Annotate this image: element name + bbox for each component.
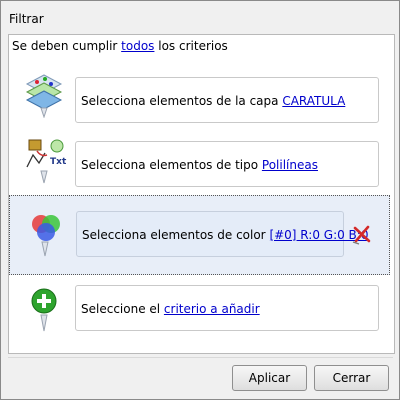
criterion-text: Seleccione el (81, 302, 164, 316)
match-mode-link[interactable]: todos (121, 39, 154, 53)
add-criterion-link[interactable]: criterio a añadir (164, 302, 260, 316)
criterion-text: Selecciona elementos de color (82, 228, 270, 242)
criterion-row-type[interactable]: Txt Selecciona elementos de tipo Polilín… (9, 131, 390, 195)
window-title: Filtrar (9, 12, 44, 26)
layers-icon (23, 70, 69, 119)
apply-button[interactable]: Aplicar (232, 365, 307, 391)
footer-separator (8, 357, 393, 358)
criterion-box-color: Selecciona elementos de color [#0] R:0 G… (76, 211, 368, 257)
filter-dialog: Filtrar Se deben cumplir todos los crite… (0, 0, 400, 400)
criterion-row-add[interactable]: Seleccione el criterio a añadir (9, 275, 390, 347)
criteria-panel: Se deben cumplir todos los criterios Sel… (8, 34, 395, 354)
header-prefix: Se deben cumplir (12, 39, 122, 53)
criteria-header: Se deben cumplir todos los criterios (12, 39, 228, 53)
criterion-box-type: Selecciona elementos de tipo Polilíneas (75, 141, 379, 187)
delete-criterion-icon[interactable] (350, 222, 374, 246)
title-bar: Filtrar (1, 1, 399, 34)
criterion-text: Selecciona elementos de tipo (81, 158, 262, 172)
type-value-link[interactable]: Polilíneas (262, 158, 318, 172)
color-rgb-icon (24, 210, 70, 258)
close-button[interactable]: Cerrar (314, 365, 389, 391)
layer-value-link[interactable]: CARATULA (282, 94, 345, 108)
shapes-type-icon: Txt (23, 137, 69, 185)
svg-text:Txt: Txt (50, 157, 67, 167)
criterion-row-layer[interactable]: Selecciona elementos de la capa CARATULA (9, 61, 390, 131)
criterion-box-layer: Selecciona elementos de la capa CARATULA (75, 77, 379, 123)
criterion-row-color[interactable]: Selecciona elementos de color [#0] R:0 G… (9, 195, 390, 275)
criterion-text: Selecciona elementos de la capa (81, 94, 283, 108)
add-criterion-icon (23, 287, 69, 335)
header-suffix: los criterios (154, 39, 228, 53)
criterion-box-add: Seleccione el criterio a añadir (75, 285, 379, 331)
